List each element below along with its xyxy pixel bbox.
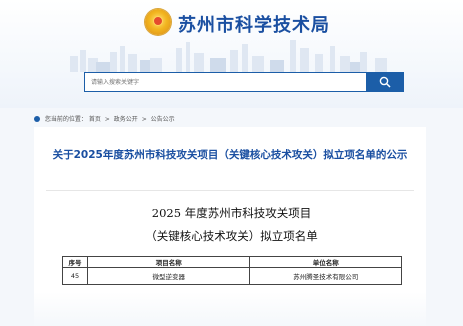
- article-title: 关于2025年度苏州市科技攻关项目（关键核心技术攻关）拟立项名单的公示: [52, 149, 408, 161]
- cell-unit-name: 苏州腾圣技术有限公司: [249, 267, 402, 285]
- site-title: 苏州市科学技术局: [178, 15, 330, 36]
- document-title-line-1: 2025 年度苏州市科技攻关项目: [151, 206, 312, 220]
- breadcrumb-link-home[interactable]: 首页: [89, 114, 101, 123]
- title-divider: [46, 190, 414, 191]
- search-button[interactable]: [366, 72, 404, 92]
- document-title-line-2: （关键核心技术攻关）拟立项名单: [145, 229, 318, 243]
- bottom-fade-overlay: [0, 292, 463, 326]
- search-input[interactable]: [84, 72, 366, 92]
- project-list-table: 序号 项目名称 单位名称 45 微型逆变器 苏州腾圣技术有限公司: [62, 256, 402, 285]
- column-header-project-name: 项目名称: [86, 256, 251, 268]
- breadcrumb-prefix: 您当前的位置：: [44, 116, 87, 123]
- column-header-number: 序号: [62, 256, 88, 268]
- cell-project-name: 微型逆变器: [86, 267, 251, 285]
- search-icon: [379, 76, 391, 88]
- breadcrumb: 您当前的位置： 首页 > 政务公开 > 公告公示: [34, 114, 177, 123]
- location-icon: [34, 116, 40, 122]
- government-emblem-icon: [145, 9, 171, 35]
- table-header-row: 序号 项目名称 单位名称: [62, 256, 402, 268]
- city-skyline-illustration: [70, 40, 387, 72]
- breadcrumb-separator: >: [141, 116, 147, 123]
- cell-number: 45: [62, 267, 88, 285]
- breadcrumb-link-government-affairs[interactable]: 政务公开: [114, 114, 138, 123]
- column-header-unit-name: 单位名称: [249, 256, 402, 268]
- breadcrumb-link-announcements[interactable]: 公告公示: [151, 114, 175, 123]
- table-row: 45 微型逆变器 苏州腾圣技术有限公司: [62, 267, 402, 285]
- breadcrumb-separator: >: [104, 116, 110, 123]
